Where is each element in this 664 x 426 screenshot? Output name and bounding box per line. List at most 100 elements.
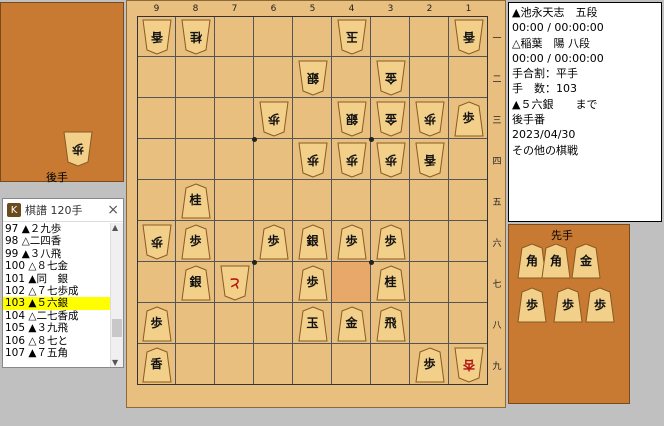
kifu-move-row[interactable]: 107 ▲７五角 — [3, 347, 111, 359]
board-square[interactable] — [137, 262, 176, 303]
board-square[interactable] — [332, 344, 371, 385]
kifu-window[interactable]: K 棋譜 120手 × 97 ▲２九歩 98 △二四香 99 ▲３八飛 100 △８七… — [2, 198, 124, 368]
kifu-move-row[interactable]: 102 △７七歩成 — [3, 285, 111, 297]
gote-piece[interactable]: 歩 — [63, 131, 93, 167]
board-square[interactable] — [254, 57, 293, 98]
board-square[interactable] — [137, 57, 176, 98]
sente-piece[interactable]: 香 — [141, 346, 172, 383]
kifu-scrollbar[interactable]: ▲ ▼ — [110, 223, 123, 367]
gote-piece[interactable]: 歩 — [297, 142, 328, 178]
board-square[interactable] — [293, 180, 332, 221]
gote-piece[interactable]: 香 — [453, 19, 484, 55]
gote-piece[interactable]: 玉 — [336, 19, 367, 55]
board-square[interactable] — [215, 303, 254, 344]
sente-piece[interactable]: 飛 — [375, 305, 406, 342]
kifu-move-row[interactable]: 103 ▲５六銀 — [3, 297, 111, 310]
board-square[interactable] — [215, 221, 254, 262]
board-square[interactable] — [215, 98, 254, 139]
board-square[interactable] — [215, 16, 254, 57]
gote-piece[interactable]: 歩 — [336, 142, 367, 178]
sente-piece[interactable]: 歩 — [336, 223, 367, 260]
board-square[interactable] — [449, 262, 488, 303]
board-square[interactable] — [410, 180, 449, 221]
sente-piece[interactable]: 歩 — [517, 287, 547, 323]
sente-piece[interactable]: 桂 — [375, 264, 406, 301]
board-square[interactable] — [137, 98, 176, 139]
gote-piece[interactable]: 歩 — [141, 224, 172, 260]
scroll-down-icon[interactable]: ▼ — [112, 358, 118, 367]
board-square[interactable] — [215, 180, 254, 221]
board-square[interactable] — [449, 221, 488, 262]
board-square[interactable] — [254, 344, 293, 385]
board-square[interactable] — [176, 303, 215, 344]
board-square[interactable] — [410, 221, 449, 262]
board-square[interactable] — [410, 57, 449, 98]
kifu-move-row[interactable]: 100 △８七金 — [3, 260, 111, 272]
board-square[interactable] — [410, 303, 449, 344]
board-square[interactable] — [449, 139, 488, 180]
board-square[interactable] — [371, 180, 410, 221]
gote-piece[interactable]: 金 — [375, 101, 406, 137]
sente-piece[interactable]: 銀 — [180, 264, 211, 301]
sente-piece[interactable]: 銀 — [297, 223, 328, 260]
gote-piece[interactable]: と — [219, 265, 250, 301]
sente-piece[interactable]: 歩 — [180, 223, 211, 260]
gote-piece[interactable]: 歩 — [258, 101, 289, 137]
gote-piece[interactable]: 歩 — [375, 142, 406, 178]
board-square[interactable] — [254, 262, 293, 303]
sente-piece[interactable]: 歩 — [453, 100, 484, 137]
board-square[interactable] — [410, 16, 449, 57]
sente-piece[interactable]: 歩 — [375, 223, 406, 260]
board-square[interactable] — [449, 57, 488, 98]
gote-piece[interactable]: 香 — [414, 142, 445, 178]
gote-piece-stand[interactable]: 歩 後手 — [0, 2, 124, 184]
sente-piece[interactable]: 歩 — [258, 223, 289, 260]
gote-piece[interactable]: 桂 — [180, 19, 211, 55]
kifu-move-row[interactable]: 101 ▲同 銀 — [3, 273, 111, 285]
gote-piece[interactable]: 銀 — [336, 101, 367, 137]
sente-piece[interactable]: 角 — [541, 243, 571, 279]
kifu-move-row[interactable]: 106 △８七と — [3, 335, 111, 347]
board-square[interactable] — [176, 139, 215, 180]
kifu-move-row[interactable]: 97 ▲２九歩 — [3, 223, 111, 235]
board-square[interactable] — [449, 303, 488, 344]
gote-piece[interactable]: 杏 — [453, 347, 484, 383]
kifu-move-row[interactable]: 104 △二七香成 — [3, 310, 111, 322]
board-square[interactable] — [254, 16, 293, 57]
board-square[interactable] — [410, 262, 449, 303]
board-square[interactable] — [371, 344, 410, 385]
board-square[interactable] — [215, 57, 254, 98]
board-square[interactable] — [254, 139, 293, 180]
sente-piece[interactable]: 歩 — [585, 287, 615, 323]
board-square[interactable] — [176, 344, 215, 385]
kifu-move-row[interactable]: 99 ▲３八飛 — [3, 248, 111, 260]
board-square[interactable] — [254, 303, 293, 344]
board-square[interactable] — [137, 139, 176, 180]
board-square[interactable] — [176, 98, 215, 139]
sente-piece[interactable]: 歩 — [553, 287, 583, 323]
board-square[interactable] — [176, 57, 215, 98]
sente-piece[interactable]: 歩 — [297, 264, 328, 301]
gote-piece[interactable]: 金 — [375, 60, 406, 96]
board-square[interactable] — [293, 344, 332, 385]
board-square[interactable] — [293, 98, 332, 139]
board-square[interactable] — [332, 57, 371, 98]
board-square[interactable] — [332, 262, 371, 303]
scroll-up-icon[interactable]: ▲ — [112, 223, 118, 232]
board-square[interactable] — [254, 180, 293, 221]
board-square[interactable] — [449, 180, 488, 221]
gote-piece[interactable]: 銀 — [297, 60, 328, 96]
scrollbar-thumb[interactable] — [112, 319, 122, 337]
kifu-move-row[interactable]: 105 ▲３九飛 — [3, 322, 111, 334]
board-square[interactable] — [215, 344, 254, 385]
sente-piece[interactable]: 歩 — [141, 305, 172, 342]
kifu-move-row[interactable]: 98 △二四香 — [3, 235, 111, 247]
sente-piece[interactable]: 金 — [571, 243, 601, 279]
board-square[interactable] — [215, 139, 254, 180]
close-icon[interactable]: × — [107, 202, 119, 218]
sente-piece[interactable]: 玉 — [297, 305, 328, 342]
sente-piece[interactable]: 金 — [336, 305, 367, 342]
sente-piece[interactable]: 桂 — [180, 182, 211, 219]
gote-piece[interactable]: 歩 — [414, 101, 445, 137]
board-square[interactable] — [371, 16, 410, 57]
